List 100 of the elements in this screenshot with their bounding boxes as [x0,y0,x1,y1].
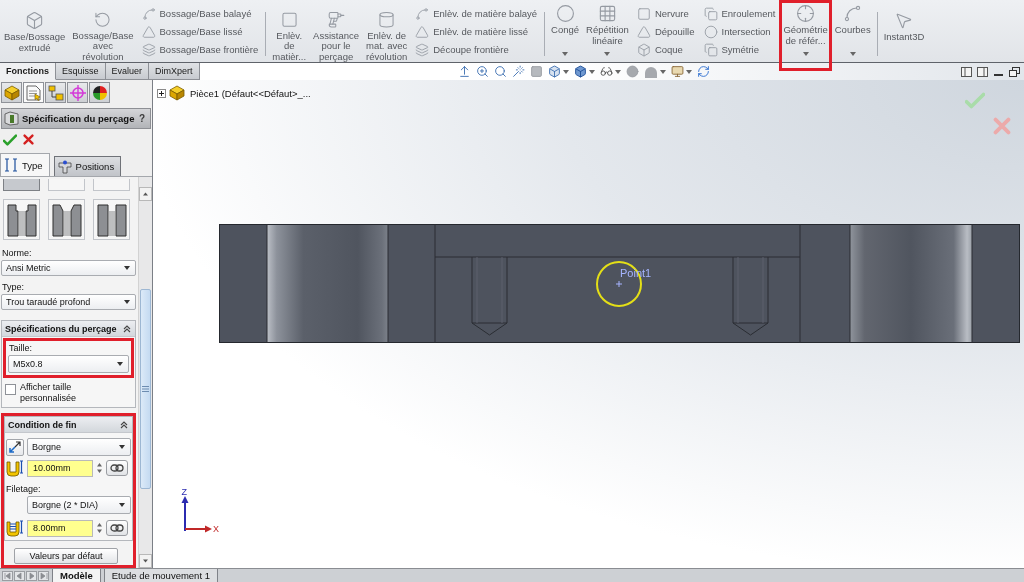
link-button[interactable] [106,520,128,536]
sphere-icon[interactable] [625,65,639,78]
drill-icon [326,11,346,29]
glasses-icon[interactable] [599,65,613,78]
triangle-icon [415,24,430,39]
collapse-icon[interactable] [123,324,131,333]
field-label: Taille: [9,343,33,353]
tab[interactable]: Modèle [52,569,101,582]
number-field[interactable]: 10.00mm [27,459,93,477]
grid-icon [598,4,617,23]
arrow-up-icon[interactable] [457,65,471,78]
caret-icon[interactable] [562,69,569,74]
panel-title: Spécification du perçage [22,113,136,124]
axis-label: Z [181,487,187,497]
section-title: Spécifications du perçage [5,323,117,334]
sheet-icon [26,84,41,101]
check-icon[interactable] [965,92,985,109]
field-label: Filetage: [6,484,42,494]
dropdown[interactable]: M5x0.8 [8,355,129,373]
hole-icon [4,111,19,126]
circle-icon [555,4,575,23]
hole-type-button[interactable] [48,199,85,240]
command-tab[interactable]: Esquisse [56,63,106,80]
grip-icon [142,386,149,392]
cube-icon[interactable] [547,65,561,78]
cylinder-icon [377,11,397,29]
panel-tab[interactable] [89,82,110,103]
rotate-icon [93,11,113,29]
tree-icon [47,84,64,101]
scrollbar-thumb[interactable] [140,289,151,489]
arrow-right-icon[interactable] [26,570,37,581]
command-tab[interactable]: DimXpert [149,63,200,80]
number-field[interactable]: 8.00mm [27,519,93,537]
skip-forward-icon[interactable] [38,570,49,581]
magnifier-icon[interactable] [493,65,507,78]
section-title: Condition de fin [8,419,77,430]
cube-icon [25,11,45,30]
square-icon [636,6,651,21]
tab[interactable]: Positions [53,156,122,176]
checkbox[interactable] [5,384,16,395]
dropdown[interactable]: Borgne (2 * DIA) [27,496,131,514]
curve-icon [141,6,156,21]
axis-label: X [213,524,219,534]
tab[interactable]: Etude de mouvement 1 [103,569,218,582]
field-label: Norme: [2,248,33,258]
hole-type-button[interactable] [3,199,40,240]
hole-type-button[interactable] [93,199,130,240]
pointer-icon [894,11,914,30]
spinner-icon[interactable] [96,461,103,475]
dropdown[interactable]: Trou taraudé profond [1,294,136,310]
caret-icon[interactable] [685,69,692,74]
caret-icon[interactable] [117,362,123,366]
command-tab[interactable]: Fonctions [0,63,56,80]
arrow-up-icon[interactable] [139,187,152,201]
skip-back-icon[interactable] [2,570,13,581]
close-icon[interactable] [23,134,34,145]
caret-icon[interactable] [124,266,130,270]
caret-icon[interactable] [659,69,666,74]
curve-icon [415,6,430,21]
crosshair-icon [796,4,816,23]
zoom-in-icon[interactable] [475,65,489,78]
dimension-icon [4,158,18,172]
caret-icon[interactable] [119,503,125,507]
copy-icon [703,6,718,21]
arrow-down-icon[interactable] [139,554,152,568]
command-tab[interactable]: Evaluer [105,63,150,80]
caret-icon[interactable] [124,300,130,304]
square-icon [279,11,299,29]
restore-icon[interactable] [1009,66,1020,77]
layers-icon [415,42,430,57]
triangle-icon [636,24,651,39]
square-icon[interactable] [529,65,543,78]
help-button[interactable]: ? [138,113,145,124]
arrows-icon [9,441,21,453]
arrow-left-icon[interactable] [14,570,25,581]
triangle-icon [141,24,156,39]
link-button[interactable] [106,460,128,476]
defaults-button[interactable]: Valeurs par défaut [14,548,118,564]
spinner-icon[interactable] [96,521,103,535]
panel-left-icon[interactable] [961,66,972,77]
reverse-button[interactable] [6,438,24,456]
thread-depth-icon [6,519,24,537]
wand-icon[interactable] [511,65,525,78]
field-label: Type: [2,282,25,292]
cube-icon[interactable] [573,65,587,78]
panel-right-icon[interactable] [977,66,988,77]
caret-icon[interactable] [614,69,621,74]
point-icon [616,281,622,287]
caret-icon[interactable] [588,69,595,74]
hole-section-icon [51,201,82,238]
monitor-icon[interactable] [670,65,684,78]
caret-icon[interactable] [119,445,125,449]
check-icon[interactable] [3,134,17,146]
refresh-icon[interactable] [696,65,710,78]
collapse-icon[interactable] [120,420,128,429]
dropdown[interactable]: Ansi Metric [1,260,136,276]
tab[interactable]: Type [0,153,50,176]
expand-icon[interactable] [157,88,166,98]
dropdown[interactable]: Borgne [27,438,131,456]
tree-item[interactable]: Pièce1 (Défaut<<Défaut>_... [190,87,311,99]
